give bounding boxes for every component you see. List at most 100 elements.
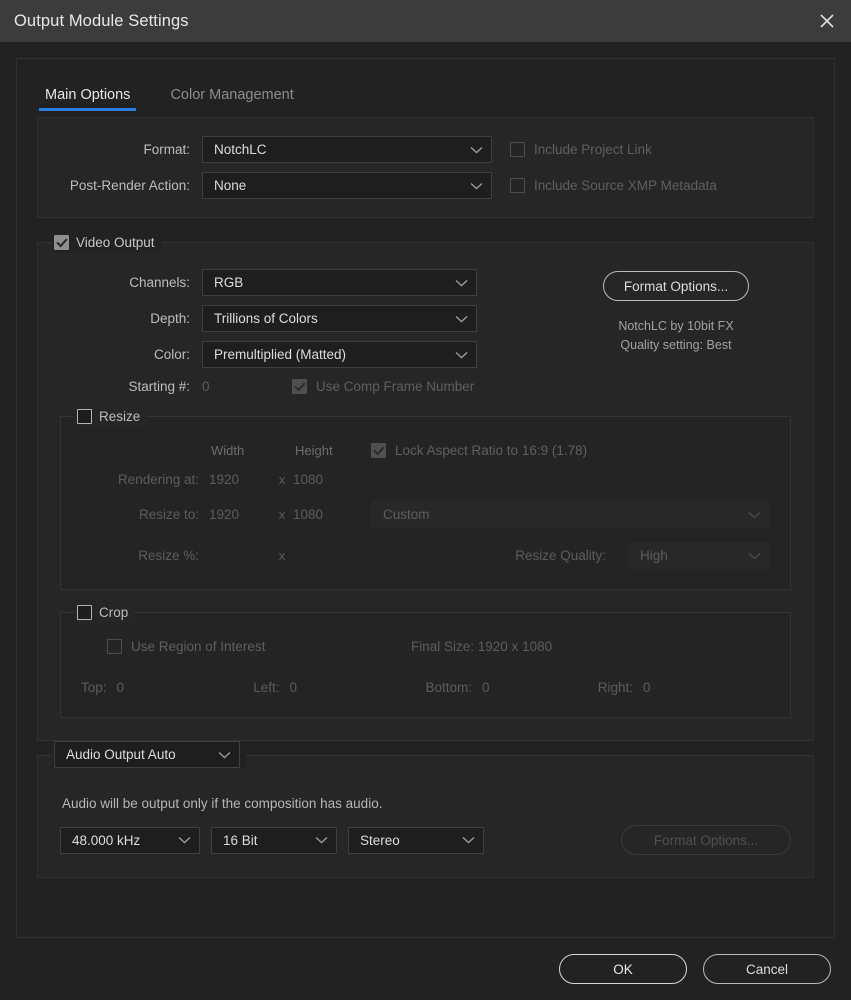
audio-format-options-button[interactable]: Format Options... (621, 825, 791, 855)
chevron-down-icon (462, 836, 475, 844)
crop-right-label: Right: (598, 680, 633, 695)
chevron-down-icon (455, 279, 468, 287)
channels-select[interactable]: RGB (202, 269, 477, 296)
use-region-of-interest-checkbox[interactable] (107, 639, 122, 654)
chevron-down-icon (455, 351, 468, 359)
output-module-settings-dialog: Output Module Settings Main Options Colo… (0, 0, 851, 1000)
crop-legend[interactable]: Crop (75, 602, 134, 623)
resize-percent-label: Resize %: (81, 548, 209, 563)
include-project-link-row[interactable]: Include Project Link (492, 142, 813, 157)
crop-right-value[interactable]: 0 (643, 680, 651, 695)
audio-channels-value: Stereo (360, 833, 454, 848)
resize-to-separator: x (271, 507, 293, 522)
codec-note-line1: NotchLC by 10bit FX (618, 317, 733, 336)
resize-preset-select[interactable]: Custom (371, 501, 770, 528)
video-output-checkbox[interactable] (54, 235, 69, 250)
cancel-button[interactable]: Cancel (703, 954, 831, 984)
resize-to-width[interactable]: 1920 (209, 507, 271, 522)
lock-aspect-ratio-label: Lock Aspect Ratio to 16:9 (1.78) (395, 443, 587, 458)
crop-left-value[interactable]: 0 (290, 680, 298, 695)
close-button[interactable] (803, 0, 851, 42)
chevron-down-icon (178, 836, 191, 844)
tab-bar: Main Options Color Management (17, 59, 834, 111)
format-panel: Format: NotchLC Include Project Link Pos… (37, 117, 814, 218)
audio-channels-select[interactable]: Stereo (348, 827, 484, 854)
audio-output-mode-value: Audio Output Auto (66, 747, 210, 762)
resize-quality-select[interactable]: High (628, 542, 770, 569)
resize-to-label: Resize to: (81, 507, 209, 522)
color-select-value: Premultiplied (Matted) (214, 347, 447, 362)
dialog-body: Main Options Color Management Format: No… (0, 42, 851, 938)
chevron-down-icon (218, 751, 231, 759)
ok-button-label: OK (613, 962, 633, 977)
close-icon (817, 11, 837, 31)
lock-aspect-ratio-row[interactable]: Lock Aspect Ratio to 16:9 (1.78) (355, 443, 770, 458)
video-output-right-column: Format Options... NotchLC by 10bit FX Qu… (561, 271, 791, 355)
final-size-label: Final Size: 1920 x 1080 (411, 639, 770, 654)
resize-percent-separator: x (271, 548, 293, 563)
rendering-at-label: Rendering at: (81, 472, 209, 487)
rendering-at-separator: x (271, 472, 293, 487)
tab-main-options[interactable]: Main Options (39, 87, 136, 111)
lock-aspect-ratio-checkbox[interactable] (371, 443, 386, 458)
format-select[interactable]: NotchLC (202, 136, 492, 163)
resize-height-header: Height (293, 443, 355, 458)
include-xmp-metadata-checkbox[interactable] (510, 178, 525, 193)
include-xmp-metadata-row[interactable]: Include Source XMP Metadata (492, 178, 813, 193)
resize-checkbox[interactable] (77, 409, 92, 424)
crop-bottom-label: Bottom: (426, 680, 473, 695)
chevron-down-icon (470, 182, 483, 190)
use-comp-frame-number-checkbox[interactable] (292, 379, 307, 394)
resize-quality-value: High (640, 548, 740, 563)
chevron-down-icon (748, 552, 761, 560)
resize-legend[interactable]: Resize (75, 406, 146, 427)
dialog-footer: OK Cancel (0, 938, 851, 1000)
crop-checkbox[interactable] (77, 605, 92, 620)
channels-label: Channels: (38, 275, 202, 290)
include-project-link-label: Include Project Link (534, 142, 652, 157)
post-render-action-label: Post-Render Action: (38, 178, 202, 193)
resize-width-header: Width (209, 443, 271, 458)
audio-format-options-label: Format Options... (654, 833, 758, 848)
color-select[interactable]: Premultiplied (Matted) (202, 341, 477, 368)
crop-bottom-value[interactable]: 0 (482, 680, 490, 695)
depth-label: Depth: (38, 311, 202, 326)
rendering-at-width: 1920 (209, 472, 271, 487)
depth-select-value: Trillions of Colors (214, 311, 447, 326)
video-output-panel: Video Output Format Options... NotchLC b… (37, 242, 814, 741)
channels-select-value: RGB (214, 275, 447, 290)
crop-top-label: Top: (81, 680, 107, 695)
codec-note: NotchLC by 10bit FX Quality setting: Bes… (618, 317, 733, 355)
post-render-action-value: None (214, 178, 462, 193)
audio-sample-rate-value: 48.000 kHz (72, 833, 170, 848)
crop-left-field: Left: 0 (253, 680, 425, 695)
codec-note-line2: Quality setting: Best (618, 336, 733, 355)
starting-number-value[interactable]: 0 (202, 379, 292, 394)
chevron-down-icon (455, 315, 468, 323)
tab-color-management[interactable]: Color Management (164, 87, 299, 111)
audio-output-mode-wrapper: Audio Output Auto (52, 741, 246, 768)
video-output-label: Video Output (76, 235, 155, 250)
ok-button[interactable]: OK (559, 954, 687, 984)
resize-to-height[interactable]: 1080 (293, 507, 355, 522)
video-output-legend[interactable]: Video Output (52, 232, 161, 253)
include-project-link-checkbox[interactable] (510, 142, 525, 157)
use-comp-frame-number-label: Use Comp Frame Number (316, 379, 474, 394)
post-render-action-select[interactable]: None (202, 172, 492, 199)
crop-top-value[interactable]: 0 (117, 680, 125, 695)
crop-panel: Crop Use Region of Interest Final Size: … (60, 612, 791, 718)
audio-output-mode-select[interactable]: Audio Output Auto (54, 741, 240, 768)
video-format-options-button[interactable]: Format Options... (603, 271, 749, 301)
chevron-down-icon (315, 836, 328, 844)
audio-note: Audio will be output only if the composi… (62, 796, 791, 811)
depth-select[interactable]: Trillions of Colors (202, 305, 477, 332)
audio-settings-row: 48.000 kHz 16 Bit Stereo (60, 825, 791, 855)
audio-sample-rate-select[interactable]: 48.000 kHz (60, 827, 200, 854)
use-region-of-interest-row[interactable]: Use Region of Interest (81, 639, 411, 654)
audio-bit-depth-select[interactable]: 16 Bit (211, 827, 337, 854)
tab-color-management-label: Color Management (170, 87, 293, 103)
crop-left-label: Left: (253, 680, 279, 695)
crop-top-field: Top: 0 (81, 680, 253, 695)
use-comp-frame-number-row[interactable]: Use Comp Frame Number (292, 379, 813, 394)
tab-main-options-label: Main Options (45, 87, 130, 103)
